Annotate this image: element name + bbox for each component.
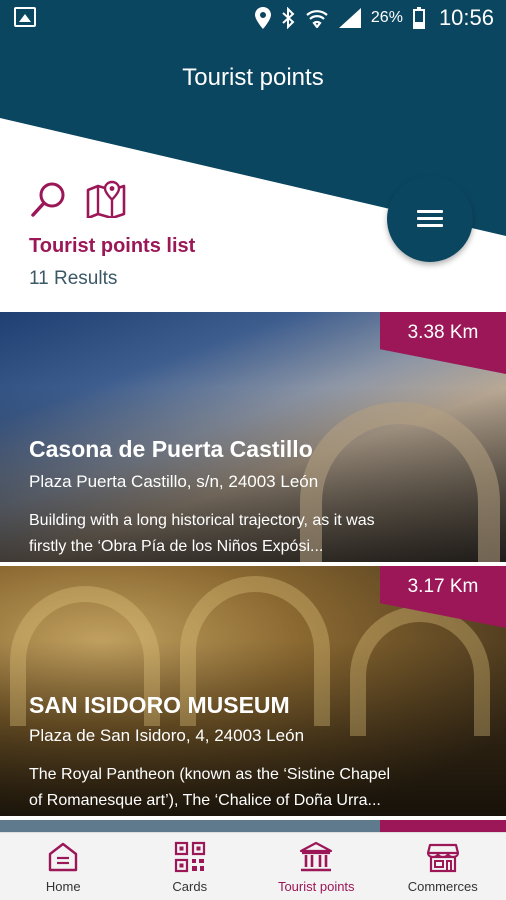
location-icon <box>254 7 271 29</box>
bluetooth-icon <box>282 7 295 29</box>
nav-commerces[interactable]: Commerces <box>380 833 506 900</box>
card-title: Casona de Puerta Castillo <box>29 436 313 462</box>
map-icon[interactable] <box>86 180 126 218</box>
menu-icon <box>417 210 443 228</box>
card-description-line: Building with a long historical trajecto… <box>29 512 375 529</box>
signal-icon <box>338 8 361 28</box>
monument-icon <box>300 841 333 872</box>
menu-button[interactable] <box>387 176 473 262</box>
nav-label: Home <box>45 879 81 894</box>
qr-code-icon <box>174 841 205 873</box>
status-bar: 26% 10:56 <box>0 0 506 36</box>
results-count: 11 Results <box>29 268 118 289</box>
nav-cards[interactable]: Cards <box>127 833 254 900</box>
arch-decoration <box>350 606 490 736</box>
battery-icon <box>412 7 425 29</box>
card-description-line: of Romanesque art’), The ‘Chalice of Doñ… <box>29 792 381 809</box>
clock: 10:56 <box>438 5 494 30</box>
battery-percent: 26% <box>370 9 403 26</box>
tourist-point-card[interactable]: 3.17 Km SAN ISIDORO MUSEUM Plaza de San … <box>0 566 506 816</box>
search-icon[interactable] <box>30 180 68 218</box>
wifi-icon <box>306 10 328 28</box>
card-description-line: firstly the ‘Obra Pía de los Niños Expós… <box>29 538 324 555</box>
card-description: The Royal Pantheon (known as the ‘Sistin… <box>29 762 469 814</box>
card-title: SAN ISIDORO MUSEUM <box>29 692 290 718</box>
tourist-point-card[interactable]: 3.38 Km Casona de Puerta Castillo Plaza … <box>0 312 506 562</box>
card-description-line: The Royal Pantheon (known as the ‘Sistin… <box>29 766 391 783</box>
card-address: Plaza de San Isidoro, 4, 24003 León <box>29 726 305 745</box>
list-title: Tourist points list <box>29 235 196 257</box>
nav-label: Tourist points <box>277 879 355 894</box>
bottom-navigation: Home Cards Tourist points Commerces <box>0 832 506 900</box>
page-title: Tourist points <box>182 64 324 91</box>
nav-tourist-points[interactable]: Tourist points <box>253 833 380 900</box>
gallery-notification-icon <box>14 7 36 27</box>
card-description: Building with a long historical trajecto… <box>29 508 469 560</box>
nav-home[interactable]: Home <box>0 833 127 900</box>
home-icon <box>49 842 78 872</box>
store-icon <box>426 843 459 873</box>
nav-label: Cards <box>172 879 208 894</box>
nav-label: Commerces <box>407 879 478 894</box>
card-address: Plaza Puerta Castillo, s/n, 24003 León <box>29 472 319 491</box>
